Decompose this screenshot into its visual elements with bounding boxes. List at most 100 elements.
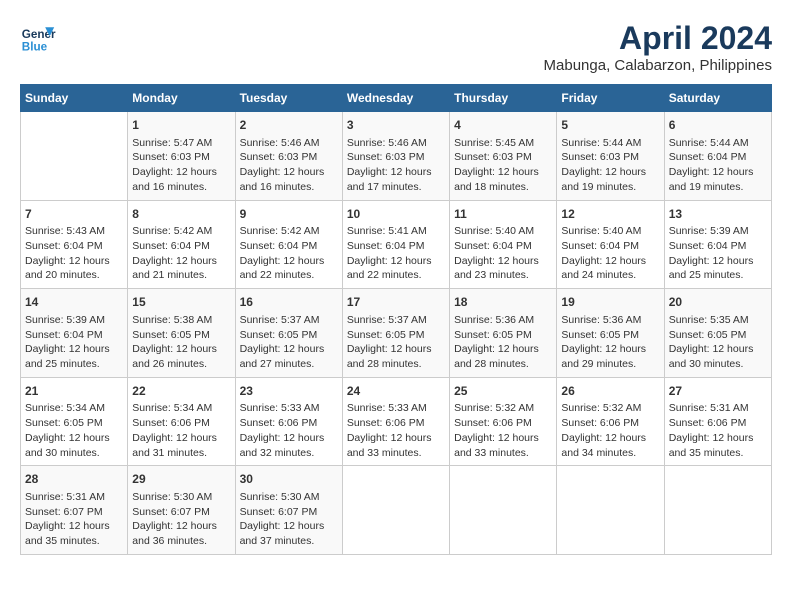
sunrise-text: Sunrise: 5:34 AM [25, 402, 105, 414]
daylight-text: Daylight: 12 hours and 16 minutes. [132, 166, 217, 193]
calendar-day: 7Sunrise: 5:43 AMSunset: 6:04 PMDaylight… [21, 200, 128, 289]
sunset-text: Sunset: 6:05 PM [132, 329, 210, 341]
calendar-day: 29Sunrise: 5:30 AMSunset: 6:07 PMDayligh… [128, 466, 235, 555]
daylight-text: Daylight: 12 hours and 19 minutes. [669, 166, 754, 193]
day-number: 1 [132, 117, 230, 134]
day-number: 19 [561, 294, 659, 311]
calendar-day: 20Sunrise: 5:35 AMSunset: 6:05 PMDayligh… [664, 289, 771, 378]
calendar-day: 14Sunrise: 5:39 AMSunset: 6:04 PMDayligh… [21, 289, 128, 378]
sunset-text: Sunset: 6:04 PM [561, 240, 639, 252]
sunset-text: Sunset: 6:03 PM [454, 151, 532, 163]
sunrise-text: Sunrise: 5:47 AM [132, 137, 212, 149]
calendar-day: 27Sunrise: 5:31 AMSunset: 6:06 PMDayligh… [664, 377, 771, 466]
page-header: General Blue April 2024 Mabunga, Calabar… [20, 20, 772, 74]
sunrise-text: Sunrise: 5:37 AM [240, 314, 320, 326]
sunset-text: Sunset: 6:07 PM [240, 506, 318, 518]
day-number: 20 [669, 294, 767, 311]
daylight-text: Daylight: 12 hours and 25 minutes. [25, 343, 110, 370]
sunrise-text: Sunrise: 5:44 AM [561, 137, 641, 149]
sunset-text: Sunset: 6:04 PM [347, 240, 425, 252]
calendar-day: 17Sunrise: 5:37 AMSunset: 6:05 PMDayligh… [342, 289, 449, 378]
sunrise-text: Sunrise: 5:33 AM [347, 402, 427, 414]
sunrise-text: Sunrise: 5:37 AM [347, 314, 427, 326]
sunrise-text: Sunrise: 5:43 AM [25, 225, 105, 237]
daylight-text: Daylight: 12 hours and 23 minutes. [454, 255, 539, 282]
daylight-text: Daylight: 12 hours and 19 minutes. [561, 166, 646, 193]
daylight-text: Daylight: 12 hours and 17 minutes. [347, 166, 432, 193]
day-number: 10 [347, 206, 445, 223]
sunset-text: Sunset: 6:04 PM [240, 240, 318, 252]
calendar-day: 28 Sunrise: 5:31 AM Sunset: 6:07 PM Dayligh… [21, 466, 128, 555]
day-number: 3 [347, 117, 445, 134]
calendar-week-1: 1 Sunrise: 5:47 AM Sunset: 6:03 PM Daylight… [21, 112, 772, 201]
sunset-text: Sunset: 6:06 PM [132, 417, 210, 429]
daylight-text: Daylight: 12 hours and 35 minutes. [25, 520, 110, 547]
sunset-text: Sunset: 6:07 PM [25, 506, 103, 518]
calendar-day: 12Sunrise: 5:40 AMSunset: 6:04 PMDayligh… [557, 200, 664, 289]
header-thursday: Thursday [450, 85, 557, 112]
sunrise-text: Sunrise: 5:31 AM [25, 491, 105, 503]
sunset-text: Sunset: 6:07 PM [132, 506, 210, 518]
header-friday: Friday [557, 85, 664, 112]
calendar-day: 15Sunrise: 5:38 AMSunset: 6:05 PMDayligh… [128, 289, 235, 378]
day-number: 22 [132, 383, 230, 400]
calendar-day: 23Sunrise: 5:33 AMSunset: 6:06 PMDayligh… [235, 377, 342, 466]
sunrise-text: Sunrise: 5:35 AM [669, 314, 749, 326]
calendar-day [557, 466, 664, 555]
daylight-text: Daylight: 12 hours and 29 minutes. [561, 343, 646, 370]
daylight-text: Daylight: 12 hours and 26 minutes. [132, 343, 217, 370]
day-number: 16 [240, 294, 338, 311]
calendar-day: 18Sunrise: 5:36 AMSunset: 6:05 PMDayligh… [450, 289, 557, 378]
header-sunday: Sunday [21, 85, 128, 112]
calendar-day: 10 Sunrise: 5:41 AM Sunset: 6:04 PM Dayligh… [342, 200, 449, 289]
calendar-day: 1Sunrise: 5:47 AMSunset: 6:03 PMDaylight… [128, 112, 235, 201]
sunrise-text: Sunrise: 5:39 AM [669, 225, 749, 237]
day-number: 30 [240, 471, 338, 488]
sunset-text: Sunset: 6:05 PM [347, 329, 425, 341]
calendar-day: 2 Sunrise: 5:46 AM Sunset: 6:03 PM Daylight… [235, 112, 342, 201]
daylight-text: Daylight: 12 hours and 22 minutes. [240, 255, 325, 282]
sunrise-text: Sunrise: 5:31 AM [669, 402, 749, 414]
sunset-text: Sunset: 6:03 PM [240, 151, 318, 163]
daylight-text: Daylight: 12 hours and 18 minutes. [454, 166, 539, 193]
sunset-text: Sunset: 6:06 PM [561, 417, 639, 429]
page-subtitle: Mabunga, Calabarzon, Philippines [544, 57, 772, 74]
header-wednesday: Wednesday [342, 85, 449, 112]
daylight-text: Daylight: 12 hours and 22 minutes. [347, 255, 432, 282]
daylight-text: Daylight: 12 hours and 16 minutes. [240, 166, 325, 193]
daylight-text: Daylight: 12 hours and 35 minutes. [669, 432, 754, 459]
daylight-text: Daylight: 12 hours and 21 minutes. [132, 255, 217, 282]
calendar-week-3: 14Sunrise: 5:39 AMSunset: 6:04 PMDayligh… [21, 289, 772, 378]
title-area: April 2024 Mabunga, Calabarzon, Philippi… [544, 20, 772, 74]
sunset-text: Sunset: 6:04 PM [25, 329, 103, 341]
sunrise-text: Sunrise: 5:46 AM [240, 137, 320, 149]
day-number: 6 [669, 117, 767, 134]
calendar-day: 11Sunrise: 5:40 AMSunset: 6:04 PMDayligh… [450, 200, 557, 289]
calendar-day: 24Sunrise: 5:33 AMSunset: 6:06 PMDayligh… [342, 377, 449, 466]
calendar-day: 22Sunrise: 5:34 AMSunset: 6:06 PMDayligh… [128, 377, 235, 466]
daylight-text: Daylight: 12 hours and 36 minutes. [132, 520, 217, 547]
calendar-week-2: 7Sunrise: 5:43 AMSunset: 6:04 PMDaylight… [21, 200, 772, 289]
header-saturday: Saturday [664, 85, 771, 112]
calendar-day: 6Sunrise: 5:44 AMSunset: 6:04 PMDaylight… [664, 112, 771, 201]
calendar-day: 19Sunrise: 5:36 AMSunset: 6:05 PMDayligh… [557, 289, 664, 378]
daylight-text: Daylight: 12 hours and 32 minutes. [240, 432, 325, 459]
sunset-text: Sunset: 6:05 PM [561, 329, 639, 341]
sunrise-text: Sunrise: 5:32 AM [561, 402, 641, 414]
page-title: April 2024 [544, 20, 772, 57]
day-number: 2 [240, 117, 338, 134]
sunrise-text: Sunrise: 5:41 AM [347, 225, 427, 237]
calendar-day: 16Sunrise: 5:37 AMSunset: 6:05 PMDayligh… [235, 289, 342, 378]
calendar-day: 8Sunrise: 5:42 AMSunset: 6:04 PMDaylight… [128, 200, 235, 289]
calendar-day: 3Sunrise: 5:46 AMSunset: 6:03 PMDaylight… [342, 112, 449, 201]
day-number: 28 [25, 471, 123, 488]
sunrise-text: Sunrise: 5:45 AM [454, 137, 534, 149]
calendar-day [450, 466, 557, 555]
sunset-text: Sunset: 6:04 PM [454, 240, 532, 252]
sunset-text: Sunset: 6:03 PM [347, 151, 425, 163]
logo-icon: General Blue [20, 20, 56, 56]
sunrise-text: Sunrise: 5:42 AM [240, 225, 320, 237]
daylight-text: Daylight: 12 hours and 30 minutes. [25, 432, 110, 459]
sunrise-text: Sunrise: 5:44 AM [669, 137, 749, 149]
day-number: 13 [669, 206, 767, 223]
